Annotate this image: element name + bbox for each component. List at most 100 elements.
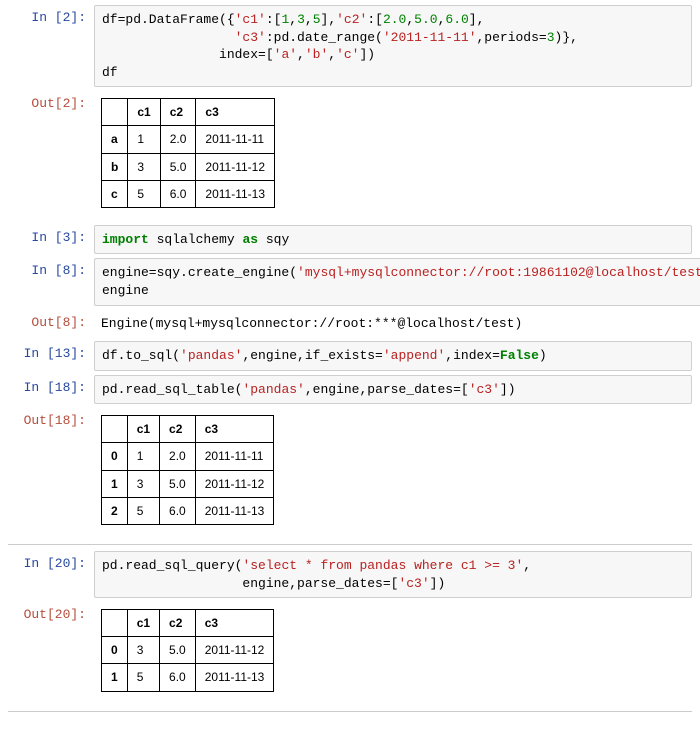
code-token: 'c2'	[336, 12, 367, 27]
code-token: 'a'	[274, 47, 297, 62]
row-header: 0	[102, 637, 128, 664]
table-row: 012.02011-11-11	[102, 443, 274, 470]
code-token: '2011-11-11'	[383, 30, 477, 45]
input-area[interactable]: df.to_sql('pandas',engine,if_exists='app…	[94, 341, 692, 371]
cell: 5	[128, 180, 160, 207]
cell: 3	[128, 153, 160, 180]
input-area[interactable]: df=pd.DataFrame({'c1':[1,3,5],'c2':[2.0,…	[94, 5, 692, 87]
input-area[interactable]: import sqlalchemy as sqy	[94, 225, 692, 255]
code-token: 5.0	[414, 12, 437, 27]
col-header: c1	[127, 416, 159, 443]
code-token: 6.0	[445, 12, 468, 27]
code-token: ,	[305, 12, 313, 27]
row-header: c	[102, 180, 128, 207]
table-row: 035.02011-11-12	[102, 637, 274, 664]
table-row: c56.02011-11-13	[102, 180, 275, 207]
input-cell: In [2]:df=pd.DataFrame({'c1':[1,3,5],'c2…	[8, 5, 692, 87]
code-token: ])	[359, 47, 375, 62]
cell: 5.0	[160, 153, 196, 180]
col-header: c3	[196, 99, 275, 126]
cell: 5.0	[160, 470, 196, 497]
code-token: engine	[102, 283, 149, 298]
code-block: engine=sqy.create_engine('mysql+mysqlcon…	[102, 264, 700, 299]
row-header: a	[102, 126, 128, 153]
notebook-container: In [2]:df=pd.DataFrame({'c1':[1,3,5],'c2…	[8, 5, 692, 712]
cell: 2011-11-11	[195, 443, 274, 470]
table-row: c1c2c3	[102, 99, 275, 126]
cell: 5	[127, 664, 159, 691]
output-cell: Out[2]:c1c2c3a12.02011-11-11b35.02011-11…	[8, 91, 692, 221]
code-block: df.to_sql('pandas',engine,if_exists='app…	[102, 347, 684, 365]
output-area: c1c2c3035.02011-11-12156.02011-11-13	[94, 602, 692, 705]
code-token: :[	[266, 12, 282, 27]
code-token: sqy	[258, 232, 289, 247]
code-token: ],	[469, 12, 485, 27]
code-block: import sqlalchemy as sqy	[102, 231, 684, 249]
code-token	[102, 30, 235, 45]
code-token: 'c'	[336, 47, 359, 62]
code-token: ,	[406, 12, 414, 27]
code-token: 'append'	[383, 348, 445, 363]
col-header: c2	[160, 610, 196, 637]
in-prompt: In [8]:	[8, 258, 94, 305]
cell: 2011-11-12	[195, 637, 274, 664]
table-row: 156.02011-11-13	[102, 664, 274, 691]
in-prompt: In [2]:	[8, 5, 94, 87]
dataframe-table: c1c2c3035.02011-11-12156.02011-11-13	[101, 609, 274, 692]
code-token: ])	[500, 382, 516, 397]
input-area[interactable]: engine=sqy.create_engine('mysql+mysqlcon…	[94, 258, 700, 305]
input-cell: In [13]:df.to_sql('pandas',engine,if_exi…	[8, 341, 692, 371]
in-prompt: In [18]:	[8, 375, 94, 405]
code-token: 5	[313, 12, 321, 27]
code-block: pd.read_sql_query('select * from pandas …	[102, 557, 684, 592]
table-row: c1c2c3	[102, 416, 274, 443]
code-token: :[	[367, 12, 383, 27]
output-cell: Out[18]:c1c2c3012.02011-11-11135.02011-1…	[8, 408, 692, 538]
table-body: 035.02011-11-12156.02011-11-13	[102, 637, 274, 691]
code-token: df	[102, 65, 118, 80]
separator	[8, 711, 692, 712]
code-token: ,	[328, 47, 336, 62]
table-head: c1c2c3	[102, 610, 274, 637]
code-token: ,	[297, 47, 305, 62]
code-token: pd.read_sql_query(	[102, 558, 242, 573]
out-prompt: Out[8]:	[8, 310, 94, 338]
cell: 2011-11-12	[195, 470, 274, 497]
code-token: ,periods=	[477, 30, 547, 45]
row-header: 1	[102, 664, 128, 691]
col-header	[102, 610, 128, 637]
table-row: b35.02011-11-12	[102, 153, 275, 180]
dataframe-table: c1c2c3a12.02011-11-11b35.02011-11-12c56.…	[101, 98, 275, 208]
code-token: engine,parse_dates=[	[102, 576, 398, 591]
code-token: ,engine,if_exists=	[242, 348, 382, 363]
row-header: b	[102, 153, 128, 180]
code-token: df.to_sql(	[102, 348, 180, 363]
code-token: 'c3'	[398, 576, 429, 591]
table-head: c1c2c3	[102, 416, 274, 443]
code-token: ],	[321, 12, 337, 27]
code-token: 3	[547, 30, 555, 45]
cell: 2011-11-11	[196, 126, 275, 153]
code-token: 'c1'	[235, 12, 266, 27]
cell: 2011-11-13	[196, 180, 275, 207]
output-area: Engine(mysql+mysqlconnector://root:***@l…	[94, 310, 692, 338]
cell: 6.0	[160, 664, 196, 691]
code-token: sqlalchemy	[149, 232, 243, 247]
input-cell: In [20]:pd.read_sql_query('select * from…	[8, 551, 692, 598]
code-token: as	[242, 232, 258, 247]
table-row: c1c2c3	[102, 610, 274, 637]
output-text: Engine(mysql+mysqlconnector://root:***@l…	[101, 315, 685, 333]
cell: 1	[128, 126, 160, 153]
code-token: 'c3'	[235, 30, 266, 45]
input-area[interactable]: pd.read_sql_query('select * from pandas …	[94, 551, 692, 598]
col-header: c1	[127, 610, 159, 637]
code-token: ,engine,parse_dates=[	[305, 382, 469, 397]
col-header	[102, 99, 128, 126]
code-token: 3	[297, 12, 305, 27]
out-prompt: Out[20]:	[8, 602, 94, 705]
code-token: False	[500, 348, 539, 363]
col-header: c2	[160, 99, 196, 126]
input-area[interactable]: pd.read_sql_table('pandas',engine,parse_…	[94, 375, 692, 405]
dataframe-table: c1c2c3012.02011-11-11135.02011-11-12256.…	[101, 415, 274, 525]
cell: 6.0	[160, 497, 196, 524]
